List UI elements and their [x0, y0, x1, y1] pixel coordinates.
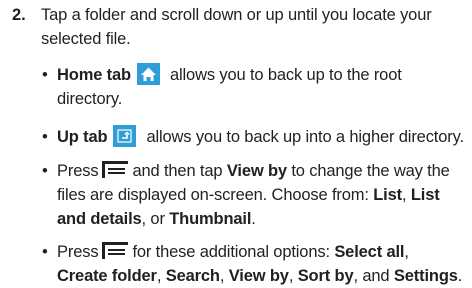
option-settings: Settings: [393, 267, 458, 285]
options-text: for these additional options:: [132, 243, 330, 261]
home-icon: [136, 63, 160, 85]
up-tab-text: allows you to back up into a higher dire…: [146, 128, 464, 146]
bullet-view-by: Pressand then tap View by to change the …: [41, 159, 469, 231]
option-thumbnail: Thumbnail: [169, 210, 252, 228]
menu-icon: [102, 161, 129, 178]
or-text: or: [150, 210, 165, 228]
view-by-label: View by: [226, 162, 287, 180]
option-sort-by: Sort by: [297, 267, 354, 285]
bullet-list: Home taballows you to back up to the roo…: [41, 63, 469, 288]
view-by-mid-text: and then tap: [132, 162, 223, 180]
up-tab-label: Up tab: [57, 128, 108, 146]
bullet-home-tab: Home taballows you to back up to the roo…: [41, 63, 469, 111]
up-arrow-icon: [113, 125, 137, 147]
step-text-line1: Tap a folder and scroll down or up until…: [41, 6, 432, 24]
bullet-options: Press for these additional options: Selec…: [41, 240, 469, 288]
step-text-line2: selected file.: [41, 30, 131, 48]
menu-icon: [102, 242, 129, 259]
option-search: Search: [165, 267, 220, 285]
option-create-folder: Create folder: [57, 267, 157, 285]
bullet-up-tab: Up tab allows you to back up into a highe…: [41, 125, 469, 149]
press-text: Press: [57, 162, 99, 180]
home-tab-label: Home tab: [57, 66, 131, 84]
press-text: Press: [57, 243, 99, 261]
and-text: and: [362, 267, 390, 285]
step-number: 2.: [12, 6, 26, 24]
option-list: List: [373, 186, 402, 204]
option-select-all: Select all: [334, 243, 405, 261]
step-text: Tap a folder and scroll down or up until…: [41, 3, 466, 51]
option-view-by: View by: [228, 267, 289, 285]
